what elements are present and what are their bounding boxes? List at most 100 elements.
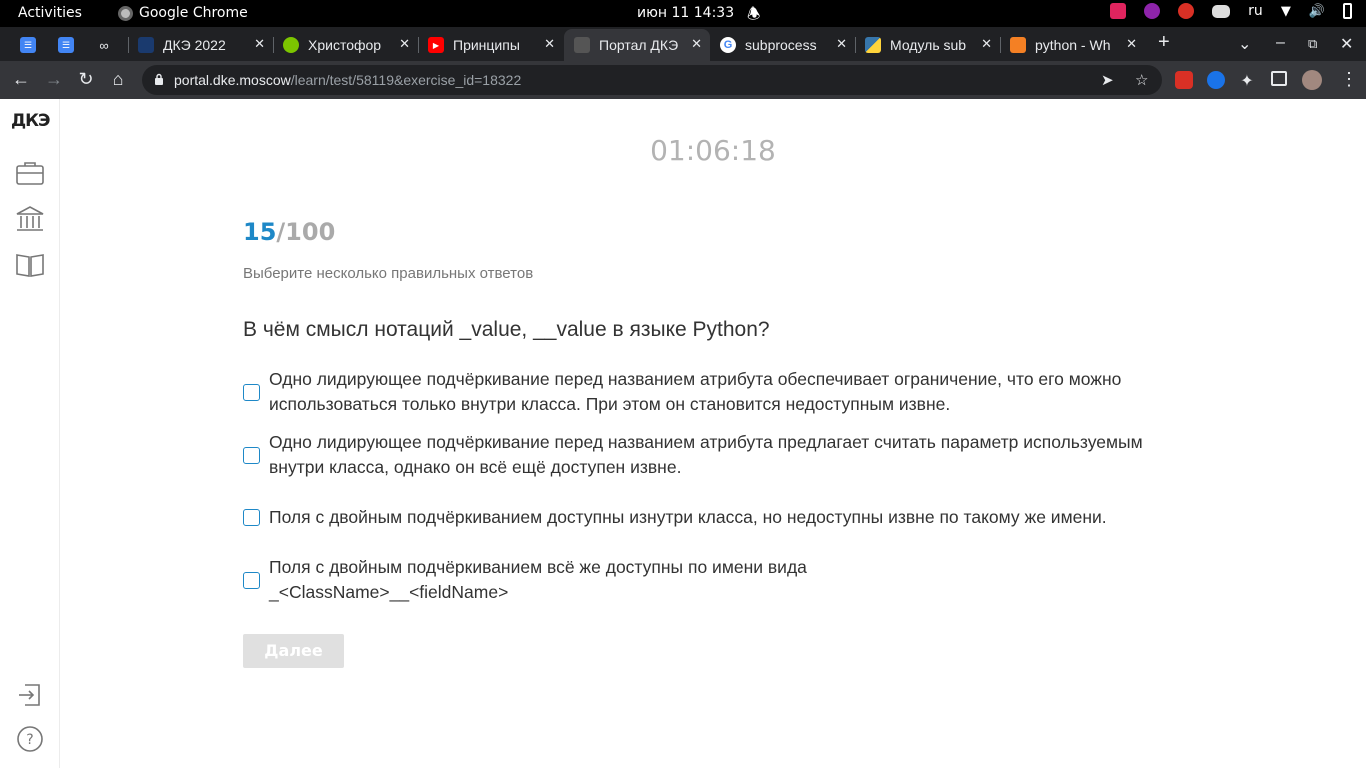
tab-hristofor[interactable]: Христофор ✕: [273, 29, 418, 61]
svg-text:?: ?: [26, 732, 33, 748]
answer-option[interactable]: Поля с двойным подчёркиванием всё же дос…: [243, 555, 1143, 605]
address-bar[interactable]: portal.dke.moscow/learn/test/58119&exerc…: [142, 65, 1162, 95]
answer-option-text: Поля с двойным подчёркиванием доступны и…: [269, 506, 1107, 527]
reload-icon[interactable]: ↻: [75, 69, 97, 90]
answer-option-text: Одно лидирующее подчёркивание перед назв…: [269, 369, 1122, 414]
restore-window-icon[interactable]: ⧉: [1308, 36, 1317, 52]
close-tab-icon[interactable]: ✕: [836, 36, 847, 52]
sidebar: ДКЭ ?: [0, 99, 60, 768]
answer-checkbox[interactable]: [243, 446, 260, 464]
tab-docs-2[interactable]: ☰: [48, 29, 84, 61]
profile-avatar[interactable]: [1302, 70, 1322, 90]
app-tray-icon[interactable]: [1178, 3, 1195, 19]
tab-label: ДКЭ 2022: [163, 37, 226, 53]
tab-python-wh[interactable]: python - Wh ✕: [1000, 29, 1145, 61]
chrome-menu-icon[interactable]: ⋮: [1338, 69, 1360, 90]
tab-link[interactable]: ∞: [86, 29, 126, 61]
close-tab-icon[interactable]: ✕: [1126, 36, 1137, 52]
close-tab-icon[interactable]: ✕: [981, 36, 992, 52]
tab-module-sub[interactable]: Модуль sub ✕: [855, 29, 1000, 61]
tab-label: Модуль sub: [890, 37, 967, 53]
home-icon[interactable]: ⌂: [107, 69, 129, 90]
test-timer: 01:06:18: [650, 134, 776, 167]
tab-label: Портал ДКЭ: [599, 37, 679, 53]
answer-option-text: Поля с двойным подчёркиванием всё же дос…: [269, 557, 807, 602]
answer-option[interactable]: Поля с двойным подчёркиванием доступны и…: [243, 492, 1143, 542]
close-window-icon[interactable]: ✕: [1340, 34, 1353, 54]
app-menu[interactable]: Google Chrome: [118, 5, 248, 21]
google-icon: G: [720, 37, 736, 53]
side-panel-icon[interactable]: [1271, 71, 1287, 86]
wifi-icon[interactable]: ▼: [1281, 4, 1291, 19]
institution-icon[interactable]: [15, 205, 45, 233]
question-text: В чём смысл нотаций _value, __value в яз…: [243, 318, 770, 341]
system-top-bar: Activities Google Chrome июн 11 14:33 🕭 …: [0, 0, 1366, 27]
tab-label: Христофор: [308, 37, 382, 53]
url-host: portal.dke.moscow: [174, 72, 291, 88]
url-text[interactable]: portal.dke.moscow/learn/test/58119&exerc…: [174, 72, 521, 88]
activities-button[interactable]: Activities: [18, 5, 82, 21]
answer-instruction: Выберите несколько правильных ответов: [243, 265, 534, 282]
extension-loop-icon[interactable]: [1207, 71, 1225, 89]
forward-arrow-icon[interactable]: →: [43, 69, 65, 90]
close-tab-icon[interactable]: ✕: [544, 36, 555, 52]
chrome-icon: [118, 5, 133, 21]
keyboard-layout[interactable]: ru: [1248, 3, 1263, 19]
next-button[interactable]: Далее: [243, 634, 344, 668]
app-tray-icon[interactable]: [1144, 3, 1161, 19]
back-arrow-icon[interactable]: ←: [10, 69, 32, 90]
battery-icon[interactable]: [1343, 3, 1352, 19]
browser-toolbar: ← → ↻ ⌂ portal.dke.moscow/learn/test/581…: [0, 61, 1366, 99]
close-tab-icon[interactable]: ✕: [691, 36, 702, 52]
python-icon: [865, 37, 881, 53]
send-icon[interactable]: ➤: [1101, 71, 1114, 89]
answer-checkbox[interactable]: [243, 508, 260, 526]
extensions-puzzle-icon[interactable]: ✦: [1236, 71, 1258, 91]
docs-icon: ☰: [58, 37, 74, 53]
help-icon[interactable]: ?: [15, 725, 45, 753]
green-circle-favicon: [283, 37, 299, 53]
close-tab-icon[interactable]: ✕: [254, 36, 265, 52]
logo-text: ДКЭ: [11, 111, 51, 131]
logout-icon[interactable]: [15, 681, 45, 709]
clock[interactable]: июн 11 14:33: [637, 5, 734, 21]
current-question-number: 15: [243, 218, 277, 246]
answer-option[interactable]: Одно лидирующее подчёркивание перед назв…: [243, 430, 1143, 480]
answer-option-text: Одно лидирующее подчёркивание перед назв…: [269, 432, 1143, 477]
question-progress: 15/100: [243, 218, 335, 246]
minimize-window-icon[interactable]: –: [1276, 34, 1285, 52]
docs-icon: ☰: [20, 37, 36, 53]
bookmark-star-icon[interactable]: ☆: [1135, 71, 1148, 89]
answer-checkbox[interactable]: [243, 383, 260, 401]
dke-favicon: [138, 37, 154, 53]
tab-dke-2022[interactable]: ДКЭ 2022 ✕: [128, 29, 273, 61]
tab-label: python - Wh: [1035, 37, 1111, 53]
app-name: Google Chrome: [139, 5, 248, 21]
app-tray-icon[interactable]: [1110, 3, 1127, 19]
lock-icon: [155, 73, 163, 85]
youtube-icon: ▶: [428, 37, 444, 53]
tab-portal-dke[interactable]: Портал ДКЭ ✕: [564, 29, 710, 61]
tab-search-icon[interactable]: ⌄: [1238, 34, 1251, 54]
tab-docs-1[interactable]: ☰: [10, 29, 46, 61]
volume-icon[interactable]: 🔊: [1309, 4, 1325, 19]
gmail-extension-icon[interactable]: [1175, 71, 1193, 89]
url-path: /learn/test/58119&exercise_id=18322: [290, 72, 522, 88]
alarm-bell-icon: 🕭: [747, 5, 761, 23]
tab-label: subprocess: [745, 37, 817, 53]
tab-label: Принципы: [453, 37, 520, 53]
book-icon[interactable]: [15, 251, 45, 279]
discord-icon[interactable]: [1212, 4, 1231, 18]
new-tab-button[interactable]: +: [1158, 31, 1170, 54]
answer-checkbox[interactable]: [243, 571, 260, 589]
tab-principles[interactable]: ▶ Принципы ✕: [418, 29, 563, 61]
total-questions: /100: [276, 218, 336, 246]
stackoverflow-icon: [1010, 37, 1026, 53]
dke-favicon: [574, 37, 590, 53]
system-tray[interactable]: ru ▼ 🔊: [1110, 3, 1352, 19]
tab-subprocess[interactable]: G subprocess ✕: [710, 29, 855, 61]
answer-option[interactable]: Одно лидирующее подчёркивание перед назв…: [243, 367, 1143, 417]
link-icon: ∞: [99, 37, 109, 53]
close-tab-icon[interactable]: ✕: [399, 36, 410, 52]
logo[interactable]: ДКЭ: [11, 111, 51, 131]
